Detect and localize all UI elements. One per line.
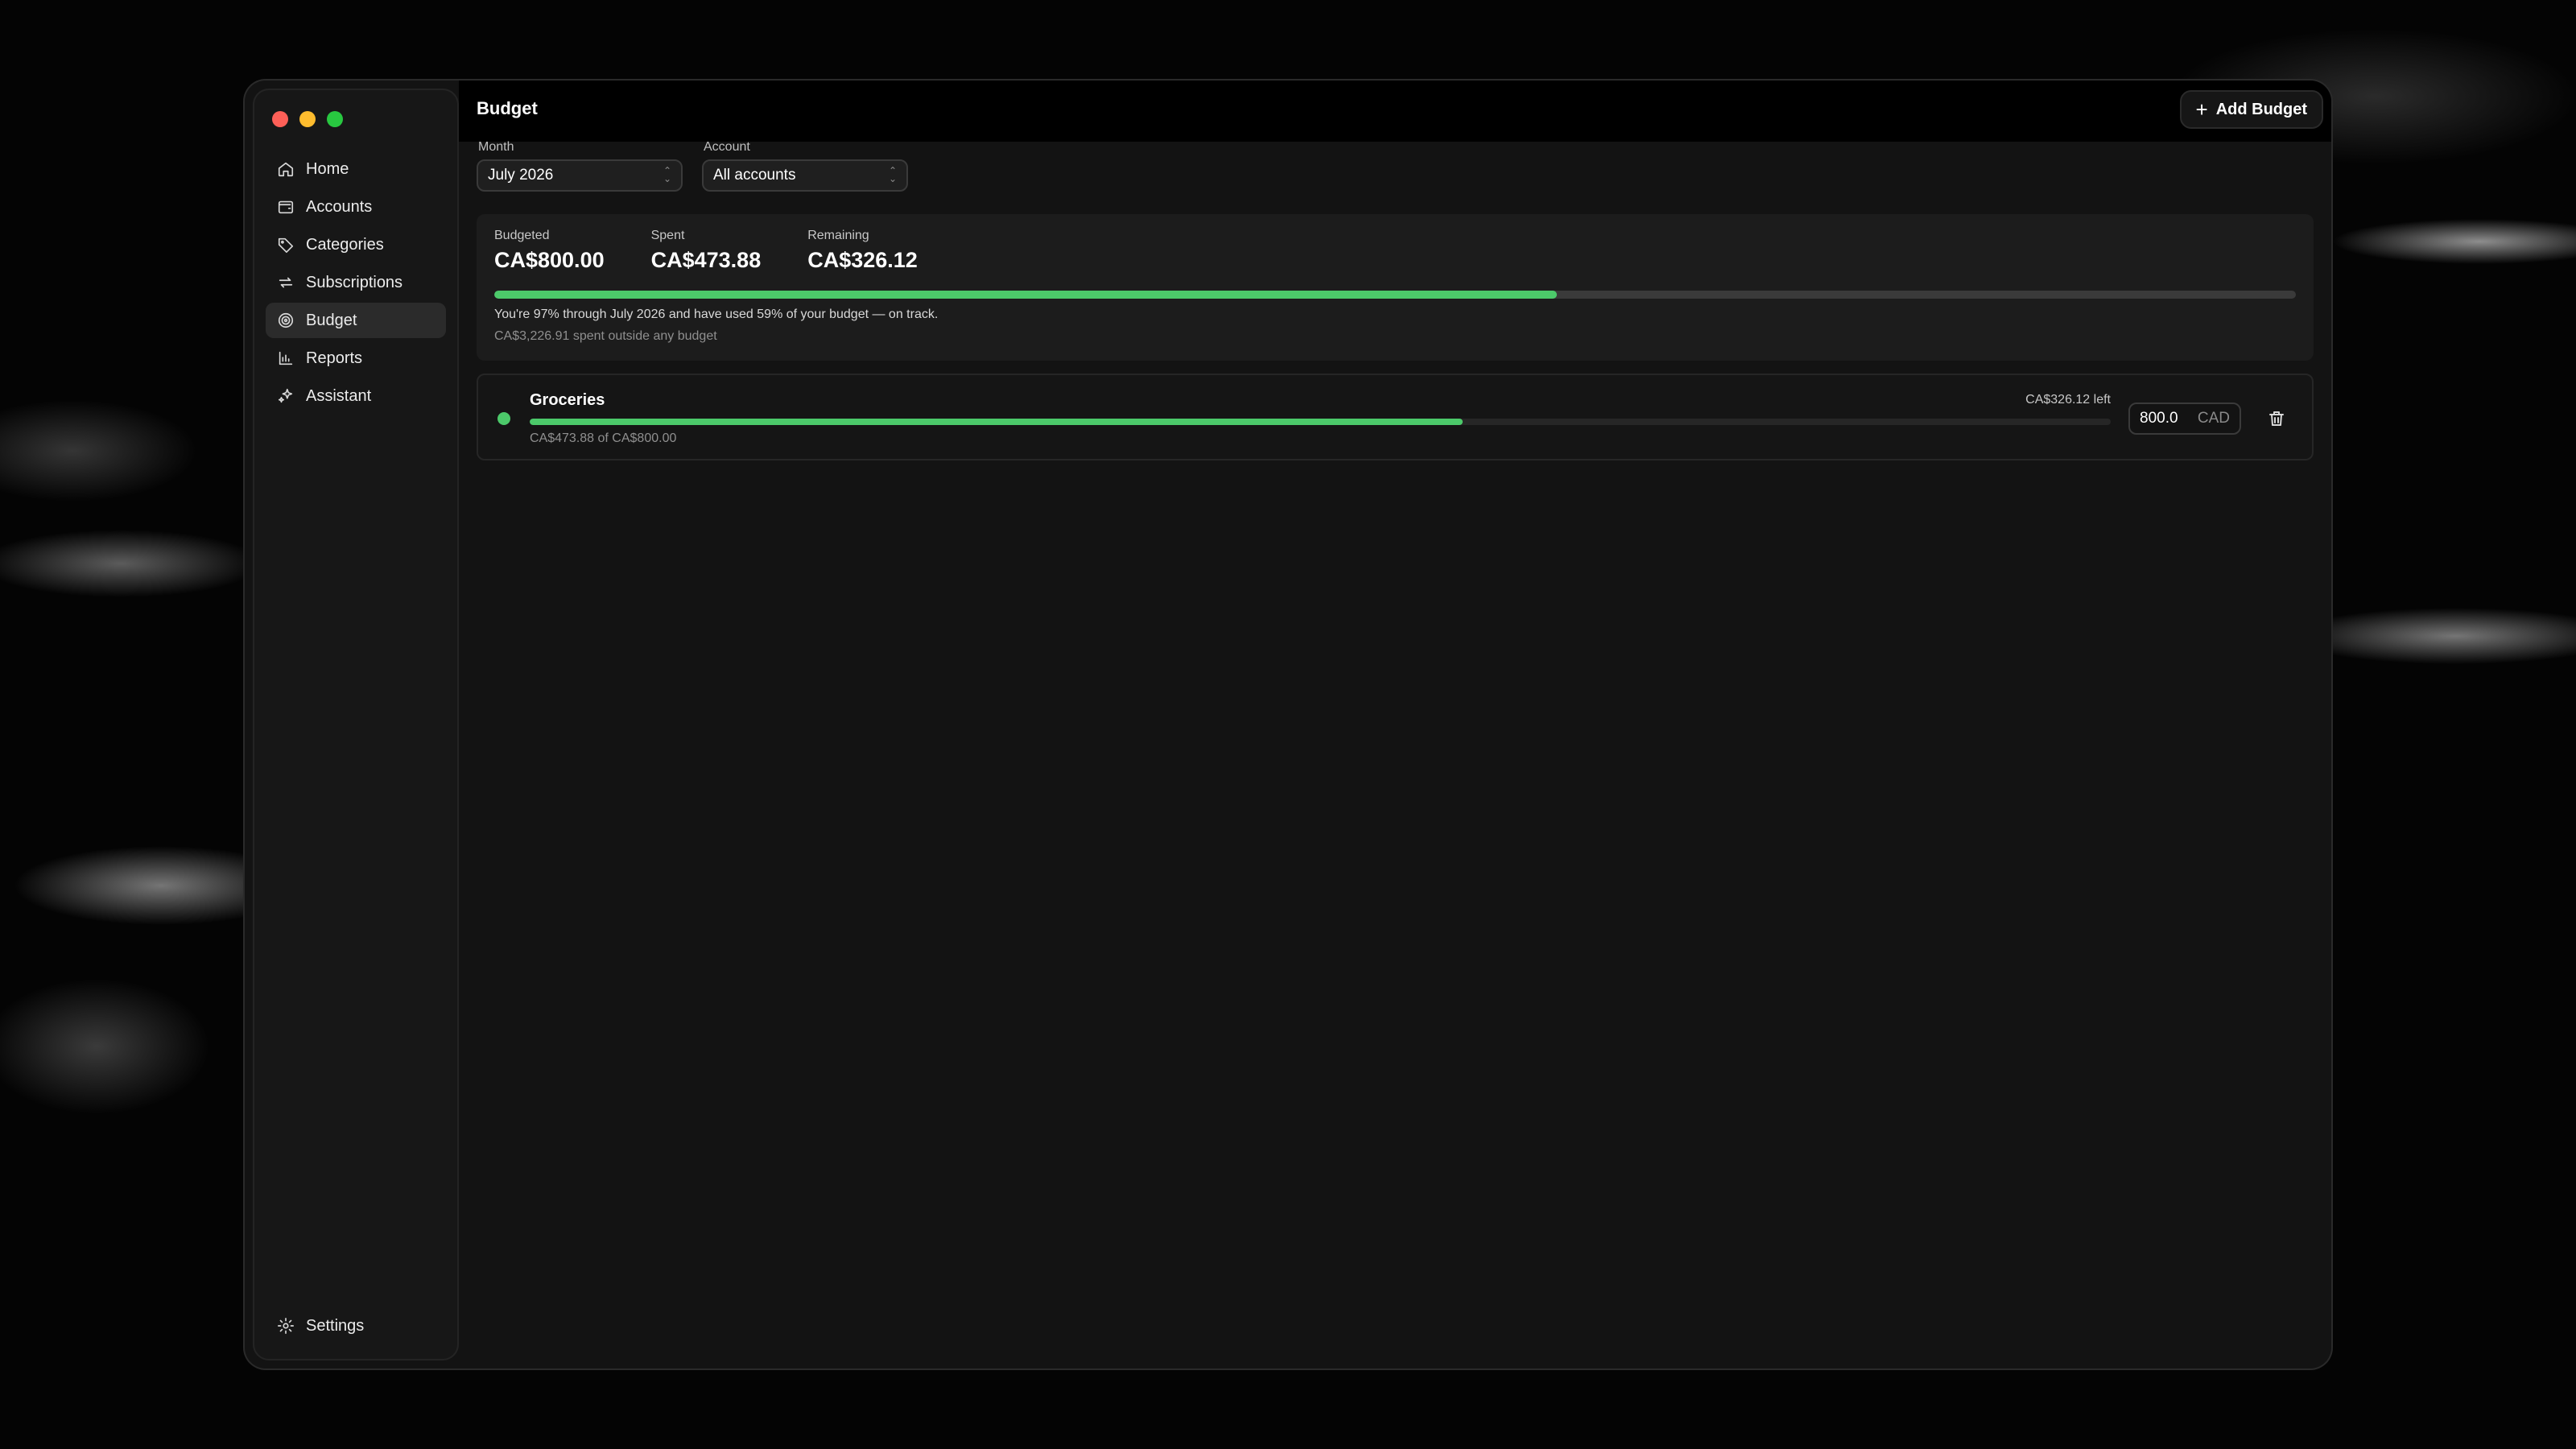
gear-icon [277, 1317, 295, 1335]
month-filter: Month July 2026 ⌃ ⌄ [477, 140, 683, 192]
delete-budget-button[interactable] [2265, 407, 2288, 430]
budgeted-label: Budgeted [494, 229, 550, 242]
sidebar-item-label: Categories [306, 235, 384, 254]
bar-chart-icon [277, 349, 295, 367]
sidebar-item-assistant[interactable]: Assistant [266, 378, 446, 414]
month-value: July 2026 [488, 167, 554, 184]
budget-currency: CAD [2197, 410, 2230, 427]
spent-stat: Spent CA$473.88 [651, 229, 762, 273]
status-dot [497, 412, 510, 425]
budget-amount-value: 800.0 [2140, 410, 2178, 427]
account-select[interactable]: All accounts ⌃ ⌄ [702, 159, 908, 192]
sidebar-item-label: Subscriptions [306, 273, 403, 291]
remaining-value: CA$326.12 [807, 248, 918, 272]
pace-message: You're 97% through July 2026 and have us… [494, 308, 939, 321]
app-window: Home Accounts Categories Subscriptions B… [245, 80, 2331, 1368]
sidebar-item-categories[interactable]: Categories [266, 227, 446, 262]
summary-stats: Budgeted CA$800.00 Spent CA$473.88 Remai… [494, 229, 918, 273]
trash-icon [2267, 409, 2286, 428]
add-budget-button[interactable]: + Add Budget [2179, 90, 2323, 129]
spent-value: CA$473.88 [650, 248, 762, 272]
account-value: All accounts [713, 167, 796, 184]
spent-label: Spent [650, 229, 685, 242]
sidebar-item-label: Reports [306, 349, 363, 367]
budget-spent-text: CA$473.88 of CA$800.00 [530, 431, 677, 445]
repeat-icon [277, 274, 295, 291]
sidebar-item-subscriptions[interactable]: Subscriptions [266, 265, 446, 300]
close-window-button[interactable] [272, 111, 288, 127]
tag-icon [277, 236, 295, 254]
month-select[interactable]: July 2026 ⌃ ⌄ [477, 159, 683, 192]
home-icon [277, 160, 295, 178]
budget-category-name: Groceries [530, 391, 605, 409]
updown-chevron-icon: ⌃ ⌄ [888, 165, 897, 184]
wallet-icon [277, 198, 295, 216]
minimize-window-button[interactable] [299, 111, 316, 127]
sidebar-item-label: Budget [306, 311, 357, 329]
outside-budget-note: CA$3,226.91 spent outside any budget [494, 329, 717, 343]
sidebar-item-home[interactable]: Home [266, 151, 446, 187]
add-budget-label: Add Budget [2215, 100, 2307, 118]
filters: Month July 2026 ⌃ ⌄ Account All accounts … [477, 140, 908, 192]
sidebar-nav: Home Accounts Categories Subscriptions B… [266, 151, 446, 416]
budget-row-groceries: Groceries CA$326.12 left CA$473.88 of CA… [477, 374, 2314, 460]
page-title: Budget [477, 98, 538, 118]
budgeted-stat: Budgeted CA$800.00 [494, 229, 605, 273]
sidebar-item-reports[interactable]: Reports [266, 341, 446, 376]
plus-icon: + [2195, 97, 2208, 122]
budget-amount-input[interactable]: 800.0 CAD [2128, 402, 2241, 435]
sidebar-item-budget[interactable]: Budget [266, 303, 446, 338]
account-label: Account [704, 140, 750, 154]
sidebar-item-label: Settings [306, 1316, 365, 1335]
account-filter: Account All accounts ⌃ ⌄ [702, 140, 908, 192]
sparkles-icon [277, 387, 295, 405]
updown-chevron-icon: ⌃ ⌄ [663, 165, 671, 184]
sidebar: Home Accounts Categories Subscriptions B… [253, 89, 459, 1360]
remaining-stat: Remaining CA$326.12 [807, 229, 918, 273]
budget-progress-bar [530, 419, 2111, 425]
maximize-window-button[interactable] [327, 111, 343, 127]
target-icon [277, 312, 295, 329]
sidebar-item-accounts[interactable]: Accounts [266, 189, 446, 225]
toolbar: Budget + Add Budget [459, 80, 2331, 142]
budget-summary-card: Budgeted CA$800.00 Spent CA$473.88 Remai… [477, 214, 2314, 361]
sidebar-item-label: Accounts [306, 197, 373, 216]
summary-progress-fill [494, 291, 1558, 299]
summary-progress-bar [494, 291, 2296, 299]
window-controls [272, 111, 343, 127]
sidebar-item-settings[interactable]: Settings [266, 1308, 446, 1344]
sidebar-item-label: Home [306, 159, 349, 178]
remaining-label: Remaining [807, 229, 869, 242]
budget-progress-fill [530, 419, 1463, 425]
budgeted-value: CA$800.00 [494, 248, 605, 272]
month-label: Month [478, 140, 514, 154]
main-content: Budget + Add Budget Month July 2026 ⌃ ⌄ A… [459, 80, 2331, 1368]
sidebar-item-label: Assistant [306, 386, 372, 405]
sidebar-settings: Settings [266, 1308, 446, 1346]
budget-remaining-text: CA$326.12 left [2025, 393, 2111, 407]
